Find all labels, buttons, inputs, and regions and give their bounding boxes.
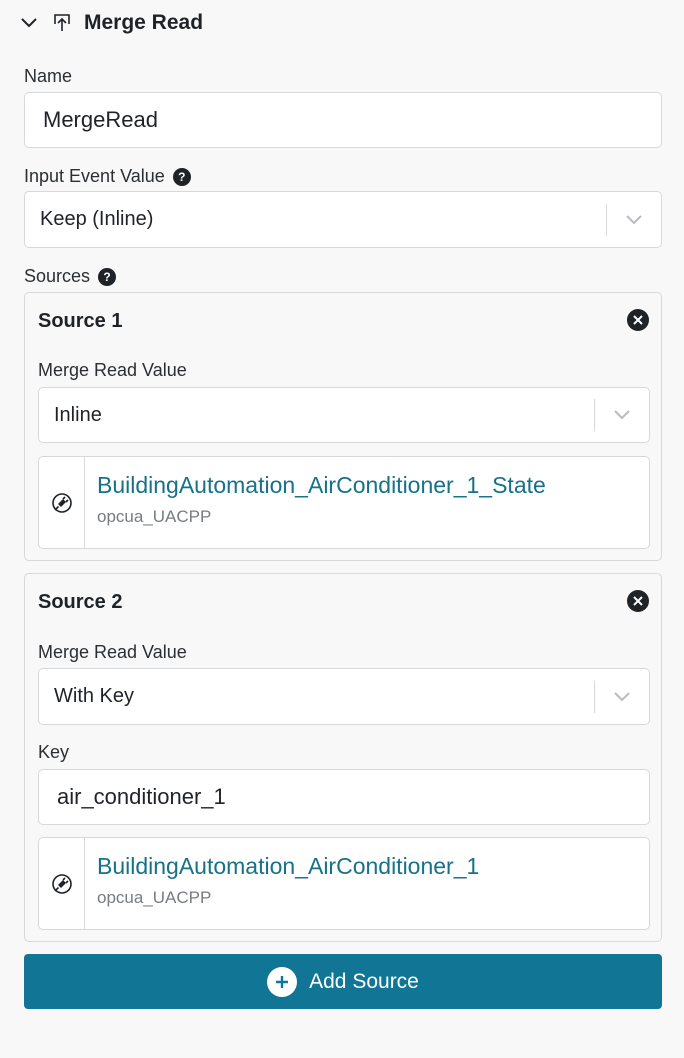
- source-card-2: Source 2 Merge Read Value With Key Key a…: [24, 573, 662, 942]
- key-label: Key: [38, 742, 70, 762]
- chevron-down-icon[interactable]: [595, 410, 649, 420]
- input-event-label-text: Input Event Value: [24, 166, 165, 186]
- chevron-down-icon[interactable]: [20, 14, 38, 32]
- tag-reference[interactable]: BuildingAutomation_AirConditioner_1 opcu…: [38, 837, 650, 930]
- panel-header[interactable]: Merge Read: [20, 8, 203, 38]
- plus-icon: [267, 966, 298, 997]
- remove-source-button[interactable]: [627, 590, 649, 612]
- close-icon: [633, 315, 643, 325]
- merge-read-icon: [52, 13, 72, 33]
- tag-reference-name[interactable]: BuildingAutomation_AirConditioner_1_Stat…: [97, 472, 546, 499]
- panel-title: Merge Read: [84, 11, 204, 34]
- tag-reference[interactable]: BuildingAutomation_AirConditioner_1_Stat…: [38, 456, 650, 549]
- help-icon[interactable]: ?: [98, 267, 117, 286]
- merge-read-value-select[interactable]: Inline: [38, 387, 650, 443]
- key-input-value: air_conditioner_1: [57, 784, 226, 809]
- merge-read-value-select-value: With Key: [54, 685, 135, 707]
- name-input-value: MergeRead: [43, 107, 158, 132]
- source-title: Source 2: [38, 591, 123, 613]
- merge-read-value-label: Merge Read Value: [38, 642, 187, 662]
- name-label: Name: [24, 66, 73, 86]
- source-title: Source 1: [38, 310, 123, 332]
- sources-label-text: Sources: [24, 266, 91, 286]
- remove-source-button[interactable]: [627, 309, 649, 331]
- tag-reference-connection: opcua_UACPP: [97, 507, 212, 526]
- input-event-select[interactable]: Keep (Inline): [24, 191, 662, 248]
- chevron-down-icon[interactable]: [595, 691, 649, 702]
- help-icon[interactable]: ?: [172, 167, 191, 186]
- merge-read-panel: Merge Read Name MergeRead Input Event Va…: [0, 0, 684, 1058]
- source-card-1: Source 1 Merge Read Value Inline Buildin…: [24, 292, 662, 561]
- sources-label: Sources ?: [24, 266, 117, 287]
- input-event-select-value: Keep (Inline): [40, 208, 154, 230]
- chevron-down-icon[interactable]: [607, 214, 661, 225]
- merge-read-value-label: Merge Read Value: [38, 360, 187, 380]
- tag-reference-connection: opcua_UACPP: [97, 888, 212, 907]
- tag-reference-name[interactable]: BuildingAutomation_AirConditioner_1: [97, 853, 479, 880]
- plug-icon: [39, 838, 85, 929]
- merge-read-value-select-value: Inline: [54, 403, 102, 426]
- add-source-button[interactable]: Add Source: [24, 954, 662, 1009]
- close-icon: [633, 596, 643, 606]
- add-source-label: Add Source: [309, 969, 419, 993]
- merge-read-value-select[interactable]: With Key: [38, 668, 650, 725]
- name-input[interactable]: MergeRead: [24, 92, 662, 148]
- key-input[interactable]: air_conditioner_1: [38, 769, 650, 825]
- plug-icon: [39, 457, 85, 548]
- input-event-label: Input Event Value ?: [24, 166, 191, 187]
